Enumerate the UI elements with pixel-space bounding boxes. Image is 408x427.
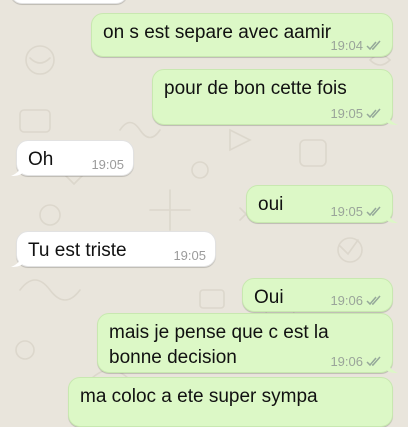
message-bubble-outgoing[interactable]: mais je pense que c est la bonne decisio… bbox=[97, 313, 398, 373]
message-meta: 19:05 bbox=[91, 157, 124, 172]
bubble-tail bbox=[386, 111, 398, 125]
message-meta: 19:05 bbox=[330, 204, 383, 219]
message-meta: 19:05 bbox=[330, 106, 383, 121]
double-check-icon bbox=[366, 206, 381, 217]
double-check-icon bbox=[366, 295, 381, 306]
message-bubble-outgoing[interactable]: oui 19:05 bbox=[246, 185, 398, 223]
message-text: ma coloc a ete super sympa bbox=[80, 386, 318, 407]
message-bubble-outgoing[interactable]: Oui 19:06 bbox=[242, 278, 393, 312]
message-bubble-incoming[interactable]: Tu est triste 19:05 bbox=[11, 231, 216, 267]
message-bubble-outgoing[interactable]: pour de bon cette fois 19:05 bbox=[152, 69, 398, 125]
message-bubble-incoming[interactable]: Oh 19:05 bbox=[11, 140, 134, 176]
message-time: 19:05 bbox=[173, 248, 206, 263]
message-time: 19:05 bbox=[91, 157, 124, 172]
message-meta: 19:06 bbox=[330, 354, 383, 369]
double-check-icon bbox=[366, 108, 381, 119]
message-meta: 19:06 bbox=[330, 293, 383, 308]
bubble-tail bbox=[386, 359, 398, 373]
message-meta: 19:04 bbox=[330, 38, 383, 53]
double-check-icon bbox=[366, 356, 381, 367]
partial-incoming-bubble bbox=[10, 0, 128, 4]
message-text: mais je pense que c est la bonne decisio… bbox=[109, 322, 334, 368]
bubble-tail bbox=[386, 209, 398, 223]
message-bubble-outgoing[interactable]: on s est separe avec aamir 19:04 bbox=[91, 13, 393, 57]
message-time: 19:06 bbox=[330, 354, 363, 369]
message-time: 19:06 bbox=[330, 293, 363, 308]
message-meta: 19:05 bbox=[173, 248, 206, 263]
message-time: 19:05 bbox=[330, 106, 363, 121]
message-bubble-outgoing[interactable]: ma coloc a ete super sympa bbox=[68, 377, 393, 427]
message-time: 19:04 bbox=[330, 38, 363, 53]
double-check-icon bbox=[366, 40, 381, 51]
bubble-tail bbox=[11, 253, 23, 267]
bubble-tail bbox=[11, 162, 23, 176]
message-text: pour de bon cette fois bbox=[164, 78, 347, 99]
message-time: 19:05 bbox=[330, 204, 363, 219]
